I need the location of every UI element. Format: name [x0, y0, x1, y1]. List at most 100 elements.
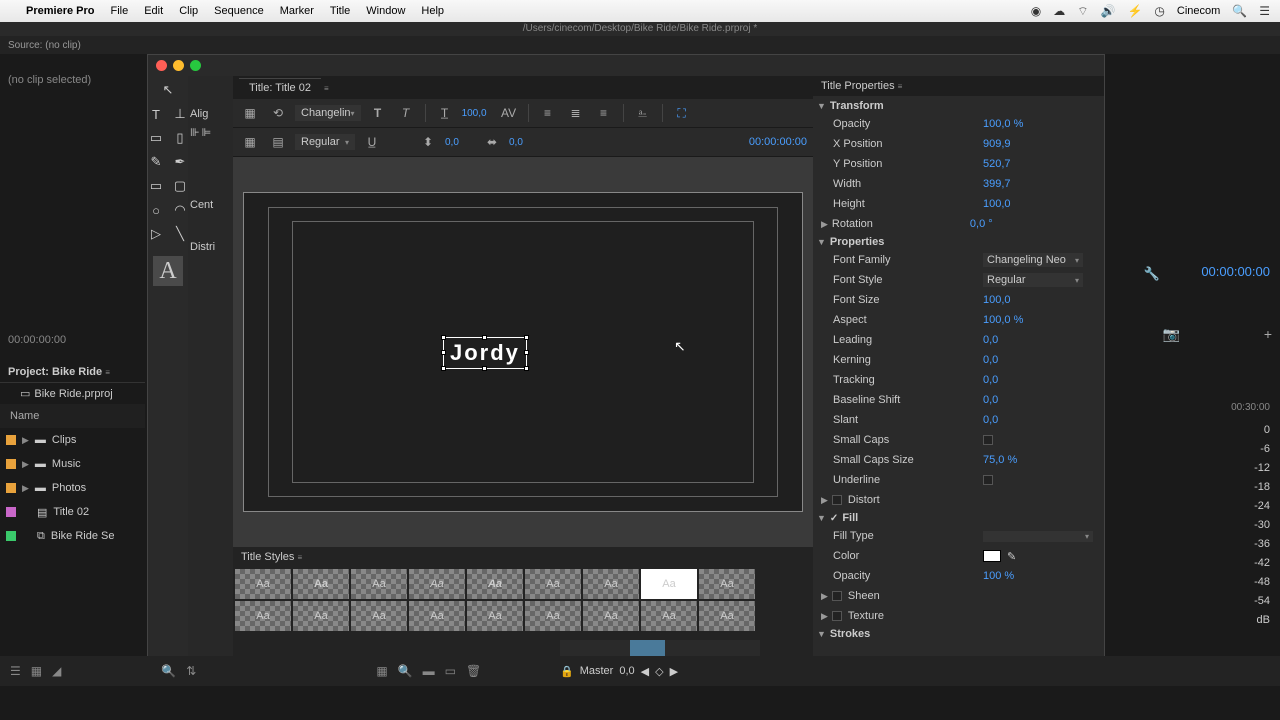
color-swatch[interactable] — [983, 550, 1001, 562]
new-item-icon[interactable]: ▭ — [445, 664, 456, 678]
transform-section[interactable]: ▼Transform — [817, 98, 1100, 114]
clock-icon[interactable]: ◷ — [1154, 4, 1164, 18]
prop-leading-value[interactable]: 0,0 — [983, 334, 998, 346]
app-name[interactable]: Premiere Pro — [26, 5, 94, 17]
new-bin-icon[interactable]: ▬ — [423, 664, 435, 678]
style-swatch[interactable]: Aa — [409, 569, 465, 599]
sort-icon[interactable]: ⇅ — [186, 664, 196, 678]
type-tool[interactable]: T — [145, 104, 167, 124]
template-button[interactable]: ▦ — [239, 103, 261, 123]
add-keyframe-icon[interactable]: ◇ — [655, 665, 663, 678]
fill-opacity-value[interactable]: 100 % — [983, 570, 1014, 582]
search-icon[interactable]: 🔍 — [1232, 4, 1247, 18]
title-item[interactable]: ▤Title 02 — [0, 500, 145, 524]
texture-checkbox[interactable] — [832, 611, 842, 621]
style-swatch[interactable]: Aa — [235, 601, 291, 631]
font-family-select[interactable]: Changelin▾ — [295, 105, 361, 121]
big-preview[interactable]: A — [153, 256, 183, 286]
column-name[interactable]: Name — [0, 404, 145, 428]
menu-edit[interactable]: Edit — [144, 5, 163, 17]
italic-button[interactable]: T — [395, 103, 417, 123]
menu-icon[interactable]: ☰ — [1259, 4, 1270, 18]
settings-icon[interactable]: 🔧 — [1144, 266, 1160, 282]
style-swatch[interactable]: Aa — [467, 569, 523, 599]
smallcaps-size-value[interactable]: 75,0 % — [983, 454, 1017, 466]
style-swatch[interactable]: Aa — [641, 601, 697, 631]
style-swatch[interactable]: Aa — [583, 601, 639, 631]
battery-icon[interactable]: ⚡ — [1127, 4, 1142, 18]
next-keyframe-icon[interactable]: ▶ — [670, 665, 678, 678]
smallcaps-checkbox[interactable] — [983, 435, 993, 445]
ypos-value[interactable]: 520,7 — [983, 158, 1011, 170]
style-swatch[interactable]: Aa — [235, 569, 291, 599]
title-text-object[interactable]: Jordy — [443, 337, 527, 369]
area-type-tool[interactable]: ▭ — [145, 128, 167, 148]
user-icon[interactable]: ◉ — [1031, 4, 1041, 18]
slant-value[interactable]: 0,0 — [983, 414, 998, 426]
align-center-btn[interactable]: ≣ — [565, 103, 587, 123]
find-icon[interactable]: 🔍 — [398, 664, 413, 678]
volume-icon[interactable]: 🔊 — [1100, 4, 1115, 18]
menu-title[interactable]: Title — [330, 5, 350, 17]
align-left-btn[interactable]: ≡ — [537, 103, 559, 123]
master-value[interactable]: 0,0 — [619, 665, 634, 677]
bin-photos[interactable]: ▶▬Photos — [0, 476, 145, 500]
strokes-section[interactable]: ▼Strokes — [817, 626, 1100, 642]
new-title-button[interactable]: ▦ — [239, 132, 261, 152]
project-header[interactable]: Project: Bike Ride ≡ — [0, 362, 145, 383]
width-value[interactable]: 399,7 — [983, 178, 1011, 190]
underline-button[interactable]: U̲ — [361, 132, 383, 152]
freeform-icon[interactable]: ◢ — [52, 664, 61, 678]
font-size-value[interactable]: 100,0 — [462, 108, 492, 119]
align-right-btn[interactable]: ≡ — [593, 103, 615, 123]
toolbar-timecode[interactable]: 00:00:00:00 — [749, 136, 807, 148]
menu-clip[interactable]: Clip — [179, 5, 198, 17]
style-swatch[interactable]: Aa — [351, 601, 407, 631]
close-button[interactable] — [156, 60, 167, 71]
sheen-checkbox[interactable] — [832, 591, 842, 601]
add-marker-icon[interactable]: + — [1264, 326, 1272, 342]
style-swatch[interactable]: Aa — [699, 569, 755, 599]
style-button[interactable]: ▤ — [267, 132, 289, 152]
font-style-select[interactable]: Regular▾ — [295, 134, 355, 150]
filltype-dropdown[interactable]: ▾ — [983, 531, 1093, 542]
style-swatch[interactable]: Aa — [351, 569, 407, 599]
rotation-value[interactable]: 0,0 ° — [970, 218, 993, 230]
baseline-value[interactable]: 0,0 — [983, 394, 998, 406]
sequence-item[interactable]: ⧉Bike Ride Se — [0, 524, 145, 548]
tab-button[interactable]: ⎁ — [632, 103, 654, 123]
zoom-icon[interactable]: 🔍 — [161, 664, 176, 678]
style-swatch[interactable]: Aa — [293, 569, 349, 599]
style-swatch[interactable]: Aa — [641, 569, 697, 599]
menu-window[interactable]: Window — [366, 5, 405, 17]
distort-checkbox[interactable] — [832, 495, 842, 505]
style-swatch[interactable]: Aa — [525, 601, 581, 631]
align-left[interactable]: ⊪ — [190, 126, 200, 139]
kerning-value[interactable]: 0,0 — [983, 354, 998, 366]
minimize-button[interactable] — [173, 60, 184, 71]
pen-tool[interactable]: ✎ — [145, 152, 167, 172]
account-name[interactable]: Cinecom — [1177, 5, 1220, 17]
eyedropper-icon[interactable]: ✎ — [1007, 550, 1016, 563]
rectangle-tool[interactable]: ▭ — [145, 176, 167, 196]
timeline-scrollbar[interactable] — [560, 640, 760, 656]
font-family-dropdown[interactable]: Changeling Neo▾ — [983, 253, 1083, 267]
prop-tracking-value[interactable]: 0,0 — [983, 374, 998, 386]
leading-value[interactable]: 0,0 — [445, 137, 475, 148]
style-swatch[interactable]: Aa — [699, 601, 755, 631]
title-tab[interactable]: Title: Title 02 — [239, 78, 321, 97]
cc-icon[interactable]: ☁ — [1053, 4, 1065, 18]
ellipse-tool[interactable]: ○ — [145, 200, 167, 220]
delete-icon[interactable]: 🗑 — [466, 664, 481, 678]
program-timecode[interactable]: 00:00:00:00 — [1201, 264, 1270, 279]
media-browser-icon[interactable]: ▦ — [376, 664, 387, 678]
menu-help[interactable]: Help — [421, 5, 444, 17]
style-swatch[interactable]: Aa — [583, 569, 639, 599]
wedge-tool[interactable]: ▷ — [145, 224, 167, 244]
style-swatch[interactable]: Aa — [293, 601, 349, 631]
font-style-dropdown[interactable]: Regular▾ — [983, 273, 1083, 287]
tracking-value[interactable]: 0,0 — [509, 137, 539, 148]
icon-view-icon[interactable]: ▦ — [31, 664, 42, 678]
menu-file[interactable]: File — [110, 5, 128, 17]
fontsize-value[interactable]: 100,0 — [983, 294, 1011, 306]
